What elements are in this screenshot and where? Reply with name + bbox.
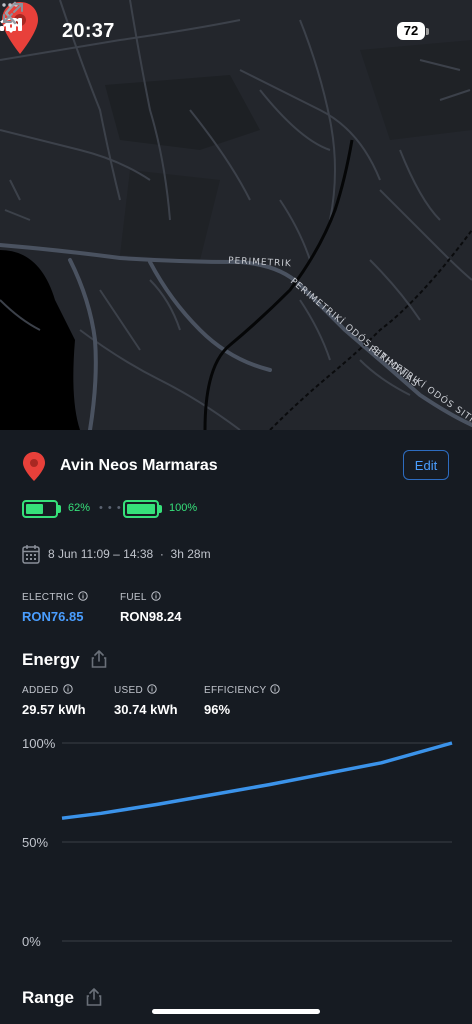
info-icon[interactable] <box>151 591 161 601</box>
end-battery-icon <box>123 500 159 518</box>
charge-levels: 62% • • • 100% <box>22 500 322 522</box>
efficiency-label-text: EFFICIENCY <box>204 685 267 696</box>
battery-indicator: 72 <box>397 22 425 40</box>
start-charge-pct: 62% <box>68 502 91 514</box>
electric-label-text: ELECTRIC <box>22 592 74 603</box>
added-label-text: ADDED <box>22 685 59 696</box>
session-details: Avin Neos Marmaras Edit 62% • • • 100% 8… <box>0 430 472 1024</box>
start-battery-fill <box>26 504 44 514</box>
energy-chart[interactable]: 100% 50% 0% <box>0 725 472 955</box>
used-label-text: USED <box>114 685 143 696</box>
share-icon[interactable] <box>91 650 107 668</box>
expand-map-icon[interactable] <box>0 0 26 26</box>
energy-title: Energy <box>22 650 80 669</box>
share-icon[interactable] <box>86 988 102 1006</box>
info-icon[interactable] <box>147 684 157 694</box>
location-pin-icon <box>23 452 45 481</box>
series-line <box>61 741 453 820</box>
status-bar: 20:37 72 <box>0 18 472 48</box>
end-charge-pct: 100% <box>169 502 198 514</box>
info-icon[interactable] <box>270 684 281 694</box>
home-indicator[interactable] <box>152 1009 320 1014</box>
fuel-price-label: FUEL <box>120 591 161 603</box>
location-name: Avin Neos Marmaras <box>60 457 218 474</box>
end-battery-nub <box>159 505 162 513</box>
calendar-icon <box>22 545 40 564</box>
edit-button[interactable]: Edit <box>403 450 449 480</box>
used-label: USED <box>114 684 157 696</box>
session-time-row: 8 Jun 11:09 – 14:38 · 3h 28m <box>22 544 422 564</box>
status-time: 20:37 <box>62 20 115 42</box>
y-tick-label: 50% <box>22 835 48 850</box>
y-tick-label: 0% <box>22 934 41 949</box>
fuel-label-text: FUEL <box>120 592 147 603</box>
used-value: 30.74 kWh <box>114 702 178 717</box>
charge-separator: • • • <box>99 502 122 514</box>
range-title: Range <box>22 988 74 1007</box>
info-icon[interactable] <box>78 591 88 601</box>
added-label: ADDED <box>22 684 73 696</box>
efficiency-value: 96% <box>204 702 231 717</box>
electric-price-value[interactable]: RON76.85 <box>22 609 83 624</box>
session-date-text: 8 Jun 11:09 – 14:38 · 3h 28m <box>48 547 211 561</box>
location-header: Avin Neos Marmaras Edit <box>22 450 452 484</box>
start-battery-icon <box>22 500 58 518</box>
fuel-price-value: RON98.24 <box>120 609 182 624</box>
date-range: 8 Jun 11:09 – 14:38 <box>48 547 154 561</box>
road-label-1: PERIMETRIK <box>228 256 292 269</box>
date-separator: · <box>159 547 164 561</box>
session-duration: 3h 28m <box>170 547 211 561</box>
start-battery-nub <box>58 505 61 513</box>
added-value: 29.57 kWh <box>22 702 86 717</box>
efficiency-label: EFFICIENCY <box>204 684 281 696</box>
end-battery-fill <box>127 504 155 514</box>
battery-nub <box>426 28 429 35</box>
map-roads: PERIMETRIK PERIMETRIKÍ ODÓS SITHONÍAS PE… <box>0 0 472 430</box>
info-icon[interactable] <box>62 684 73 694</box>
y-tick-label: 100% <box>22 736 56 751</box>
map-view[interactable]: PERIMETRIK PERIMETRIKÍ ODÓS SITHONÍAS PE… <box>0 0 472 430</box>
electric-price-label: ELECTRIC <box>22 591 88 603</box>
